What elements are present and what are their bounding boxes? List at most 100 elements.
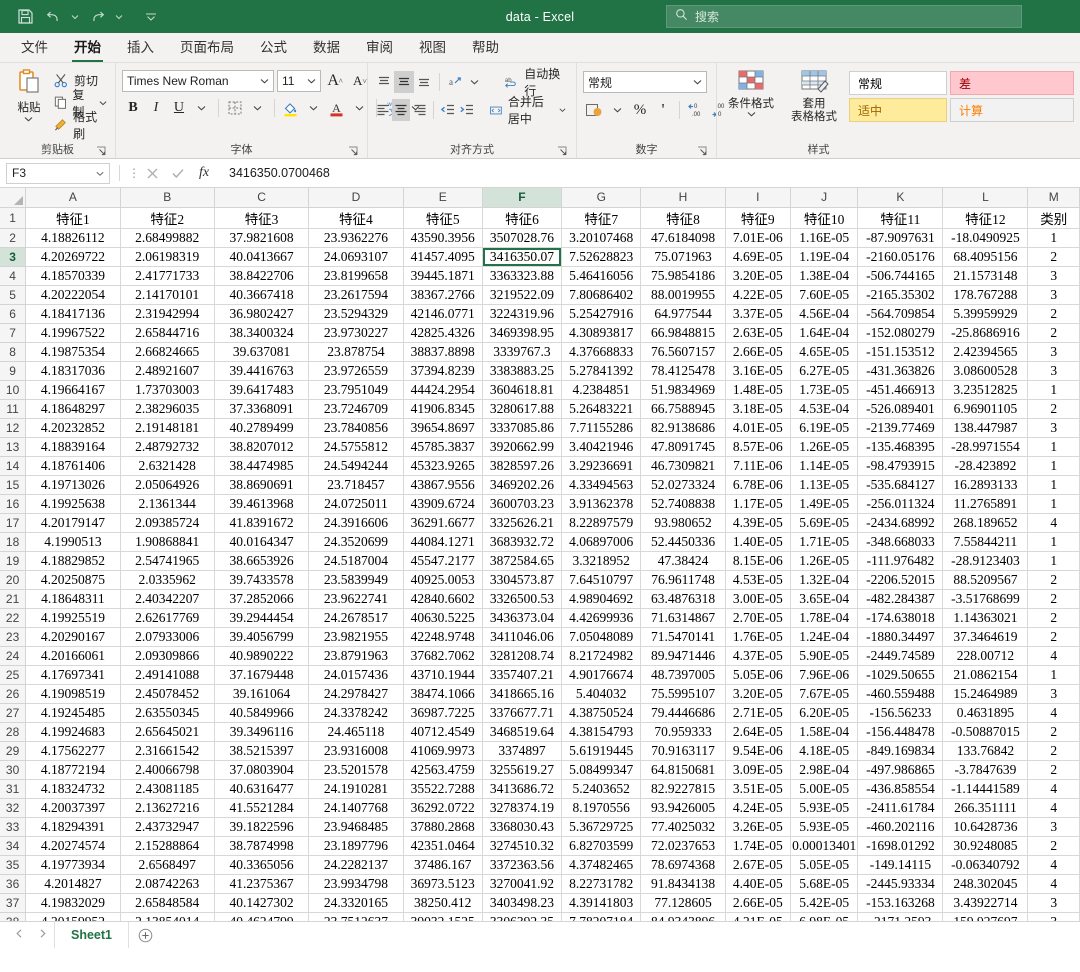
cell-E20[interactable]: 40925.0053 bbox=[403, 570, 483, 590]
cell-A14[interactable]: 4.18761406 bbox=[25, 456, 121, 476]
cell-A38[interactable]: 4.20159952 bbox=[25, 912, 121, 921]
cell-F33[interactable]: 3368030.43 bbox=[482, 817, 563, 837]
cell-H24[interactable]: 89.9471446 bbox=[640, 646, 726, 666]
align-center-button[interactable] bbox=[392, 99, 410, 121]
cell-J10[interactable]: 1.73E-05 bbox=[790, 380, 859, 400]
column-header-b[interactable]: B bbox=[120, 188, 215, 208]
cell-J7[interactable]: 1.64E-04 bbox=[790, 323, 859, 343]
cell-G24[interactable]: 8.21724982 bbox=[561, 646, 642, 666]
cell-K1[interactable]: 特征11 bbox=[857, 207, 944, 229]
cell-I12[interactable]: 4.01E-05 bbox=[725, 418, 791, 438]
cell-K11[interactable]: -526.089401 bbox=[857, 399, 944, 419]
cell-H31[interactable]: 82.9227815 bbox=[640, 779, 726, 799]
cell-C32[interactable]: 41.5521284 bbox=[214, 798, 310, 818]
cell-B2[interactable]: 2.68499882 bbox=[120, 228, 215, 248]
cell-J28[interactable]: 1.58E-04 bbox=[790, 722, 859, 742]
cell-style-bad[interactable]: 差 bbox=[950, 71, 1074, 95]
cell-G7[interactable]: 4.30893817 bbox=[561, 323, 642, 343]
cell-L36[interactable]: 248.302045 bbox=[942, 874, 1029, 894]
cell-M14[interactable]: 1 bbox=[1027, 456, 1080, 476]
cell-D4[interactable]: 23.8199658 bbox=[308, 266, 404, 286]
row-header-8[interactable]: 8 bbox=[0, 342, 27, 362]
cell-F12[interactable]: 3337085.86 bbox=[482, 418, 563, 438]
cell-D28[interactable]: 24.465118 bbox=[308, 722, 404, 742]
italic-button[interactable]: I bbox=[145, 97, 167, 119]
cell-K18[interactable]: -348.668033 bbox=[857, 532, 944, 552]
cell-F9[interactable]: 3383883.25 bbox=[482, 361, 563, 381]
cell-B25[interactable]: 2.49141088 bbox=[120, 665, 215, 685]
cell-M3[interactable]: 2 bbox=[1027, 247, 1080, 267]
cell-C22[interactable]: 39.2944454 bbox=[214, 608, 310, 628]
cell-I10[interactable]: 1.48E-05 bbox=[725, 380, 791, 400]
conditional-formatting-button[interactable]: 条件格式 bbox=[723, 69, 779, 117]
cell-D14[interactable]: 24.5494244 bbox=[308, 456, 404, 476]
row-header-26[interactable]: 26 bbox=[0, 684, 27, 704]
borders-button[interactable] bbox=[224, 97, 246, 119]
cell-E34[interactable]: 42351.0464 bbox=[403, 836, 483, 856]
cell-D9[interactable]: 23.9726559 bbox=[308, 361, 404, 381]
cell-I19[interactable]: 8.15E-06 bbox=[725, 551, 791, 571]
cell-L2[interactable]: -18.0490925 bbox=[942, 228, 1029, 248]
cell-K10[interactable]: -451.466913 bbox=[857, 380, 944, 400]
cell-A36[interactable]: 4.2014827 bbox=[25, 874, 121, 894]
select-all-corner[interactable] bbox=[0, 188, 27, 208]
cell-E32[interactable]: 36292.0722 bbox=[403, 798, 483, 818]
cell-G26[interactable]: 5.404032 bbox=[561, 684, 642, 704]
cell-M38[interactable]: 3 bbox=[1027, 912, 1080, 921]
cell-F22[interactable]: 3436373.04 bbox=[482, 608, 563, 628]
cell-G38[interactable]: 7.78207184 bbox=[561, 912, 642, 921]
cell-B32[interactable]: 2.13627216 bbox=[120, 798, 215, 818]
increase-decimal-button[interactable]: 0.00 bbox=[685, 99, 707, 121]
cell-D12[interactable]: 23.7840856 bbox=[308, 418, 404, 438]
cell-C12[interactable]: 40.2789499 bbox=[214, 418, 310, 438]
cell-H10[interactable]: 51.9834969 bbox=[640, 380, 726, 400]
cell-H2[interactable]: 47.6184098 bbox=[640, 228, 726, 248]
cell-K15[interactable]: -535.684127 bbox=[857, 475, 944, 495]
cell-F28[interactable]: 3468519.64 bbox=[482, 722, 563, 742]
tab-formulas[interactable]: 公式 bbox=[247, 36, 300, 62]
cell-C18[interactable]: 40.0164347 bbox=[214, 532, 310, 552]
cell-K38[interactable]: -2171.2593 bbox=[857, 912, 944, 921]
cell-B3[interactable]: 2.06198319 bbox=[120, 247, 215, 267]
cell-F26[interactable]: 3418665.16 bbox=[482, 684, 563, 704]
cell-B15[interactable]: 2.05064926 bbox=[120, 475, 215, 495]
cell-M36[interactable]: 4 bbox=[1027, 874, 1080, 894]
cell-K7[interactable]: -152.080279 bbox=[857, 323, 944, 343]
column-header-e[interactable]: E bbox=[403, 188, 483, 208]
cell-C35[interactable]: 40.3365056 bbox=[214, 855, 310, 875]
cell-B22[interactable]: 2.62617769 bbox=[120, 608, 215, 628]
row-header-37[interactable]: 37 bbox=[0, 893, 27, 913]
cell-D27[interactable]: 24.3378242 bbox=[308, 703, 404, 723]
cell-M37[interactable]: 3 bbox=[1027, 893, 1080, 913]
column-header-h[interactable]: H bbox=[640, 188, 726, 208]
cell-K36[interactable]: -2445.93334 bbox=[857, 874, 944, 894]
cell-B11[interactable]: 2.38296035 bbox=[120, 399, 215, 419]
cell-E1[interactable]: 特征5 bbox=[403, 207, 483, 229]
cell-I36[interactable]: 4.40E-05 bbox=[725, 874, 791, 894]
cell-I4[interactable]: 3.20E-05 bbox=[725, 266, 791, 286]
cell-K2[interactable]: -87.9097631 bbox=[857, 228, 944, 248]
cell-H17[interactable]: 93.980652 bbox=[640, 513, 726, 533]
row-header-7[interactable]: 7 bbox=[0, 323, 27, 343]
cell-J13[interactable]: 1.26E-05 bbox=[790, 437, 859, 457]
cell-L16[interactable]: 11.2765891 bbox=[942, 494, 1029, 514]
fill-color-dropdown-icon[interactable] bbox=[303, 97, 325, 119]
cell-I18[interactable]: 1.40E-05 bbox=[725, 532, 791, 552]
cell-J24[interactable]: 5.90E-05 bbox=[790, 646, 859, 666]
cell-F7[interactable]: 3469398.95 bbox=[482, 323, 563, 343]
cell-D31[interactable]: 24.1910281 bbox=[308, 779, 404, 799]
cell-D3[interactable]: 24.0693107 bbox=[308, 247, 404, 267]
cell-A7[interactable]: 4.19967522 bbox=[25, 323, 121, 343]
merge-center-button[interactable]: 合并后居中 bbox=[485, 95, 570, 126]
cell-A28[interactable]: 4.19924683 bbox=[25, 722, 121, 742]
cell-H16[interactable]: 52.7408838 bbox=[640, 494, 726, 514]
row-header-33[interactable]: 33 bbox=[0, 817, 27, 837]
row-header-27[interactable]: 27 bbox=[0, 703, 27, 723]
cell-E21[interactable]: 42840.6602 bbox=[403, 589, 483, 609]
cell-I34[interactable]: 1.74E-05 bbox=[725, 836, 791, 856]
cell-F14[interactable]: 3828597.26 bbox=[482, 456, 563, 476]
cell-C17[interactable]: 41.8391672 bbox=[214, 513, 310, 533]
cell-A22[interactable]: 4.19925519 bbox=[25, 608, 121, 628]
cell-D38[interactable]: 23.7512637 bbox=[308, 912, 404, 921]
cell-D5[interactable]: 23.2617594 bbox=[308, 285, 404, 305]
